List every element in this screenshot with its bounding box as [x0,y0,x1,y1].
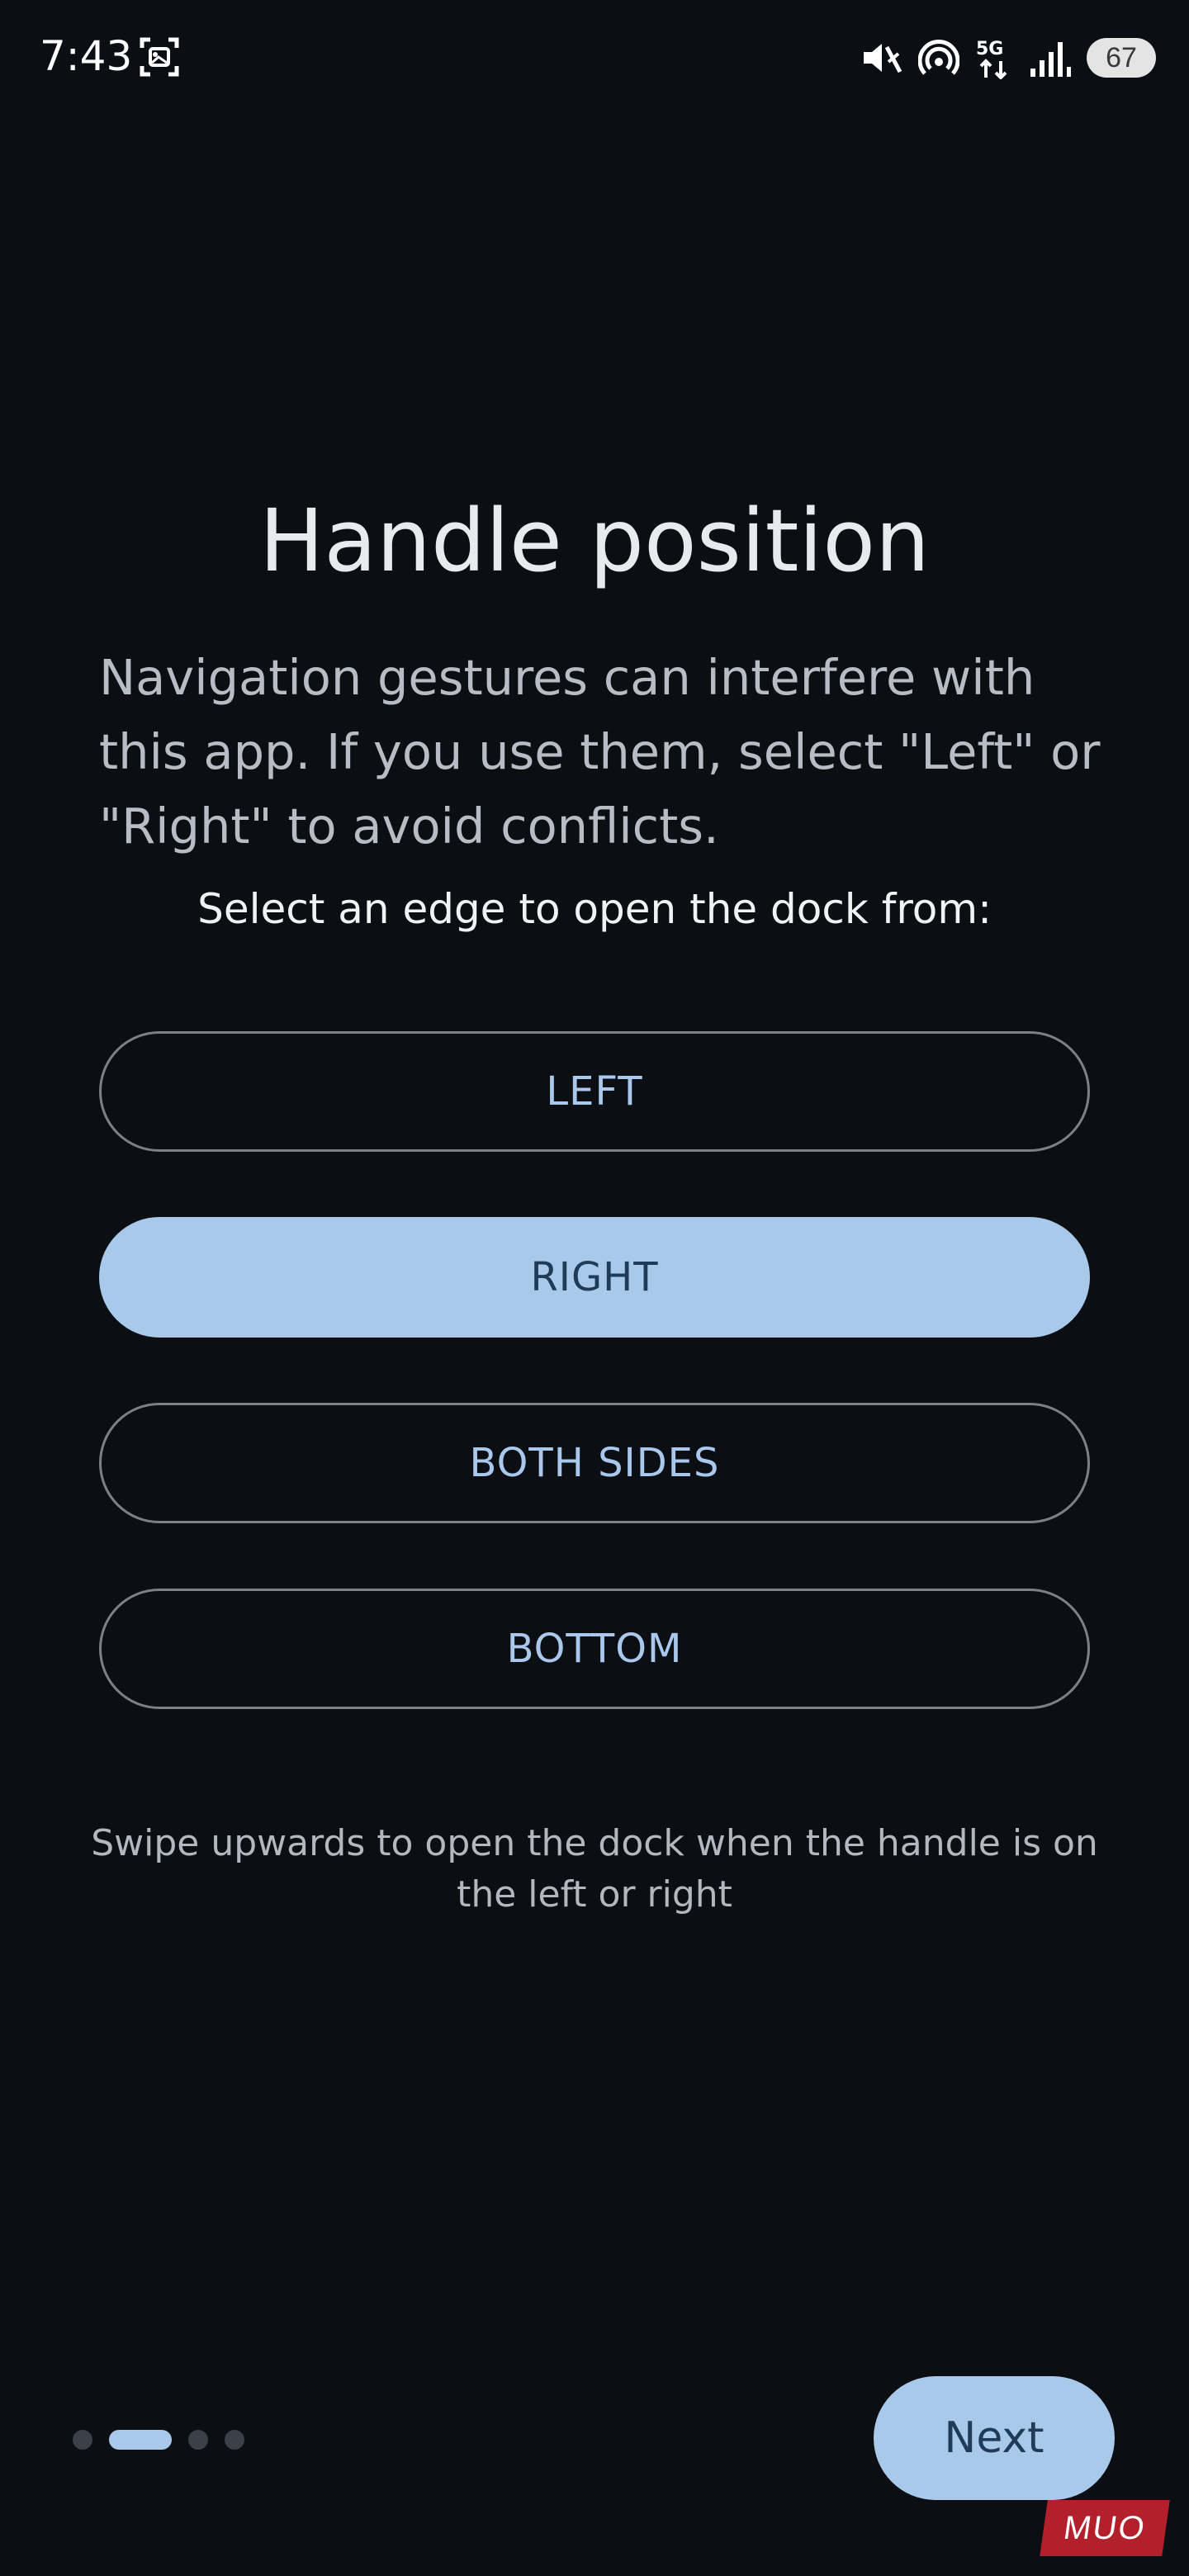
option-left-button[interactable]: LEFT [99,1031,1090,1152]
edge-select-prompt: Select an edge to open the dock from: [197,885,992,933]
status-icons: 5G 67 [860,33,1156,83]
description-text: Navigation gestures can interfere with t… [99,649,1101,855]
page-dot-2-active [109,2430,172,2450]
option-right-button[interactable]: RIGHT [99,1217,1090,1338]
option-both-sides-label: BOTH SIDES [469,1440,720,1486]
option-both-sides-button[interactable]: BOTH SIDES [99,1403,1090,1523]
hint-text: Swipe upwards to open the dock when the … [91,1822,1098,1915]
status-time: 7:43 [40,32,133,80]
next-button[interactable]: Next [874,2376,1115,2500]
option-left-label: LEFT [546,1068,643,1115]
watermark-logo: MUO [1040,2500,1170,2556]
signal-icon [1030,42,1071,77]
svg-text:5G: 5G [976,39,1003,59]
screenshot-icon [140,37,179,77]
next-button-label: Next [944,2413,1045,2463]
page-indicator [73,2430,244,2450]
page-dot-3 [188,2430,208,2450]
option-bottom-button[interactable]: BOTTOM [99,1589,1090,1709]
mute-icon [864,44,902,73]
page-dot-1 [73,2430,92,2450]
hotspot-icon [918,40,959,75]
5g-icon: 5G [976,39,1007,79]
option-bottom-label: BOTTOM [506,1626,683,1672]
page-dot-4 [225,2430,244,2450]
page-title: Handle position [259,490,930,591]
battery-icon: 67 [1087,38,1156,78]
option-right-label: RIGHT [530,1254,659,1300]
